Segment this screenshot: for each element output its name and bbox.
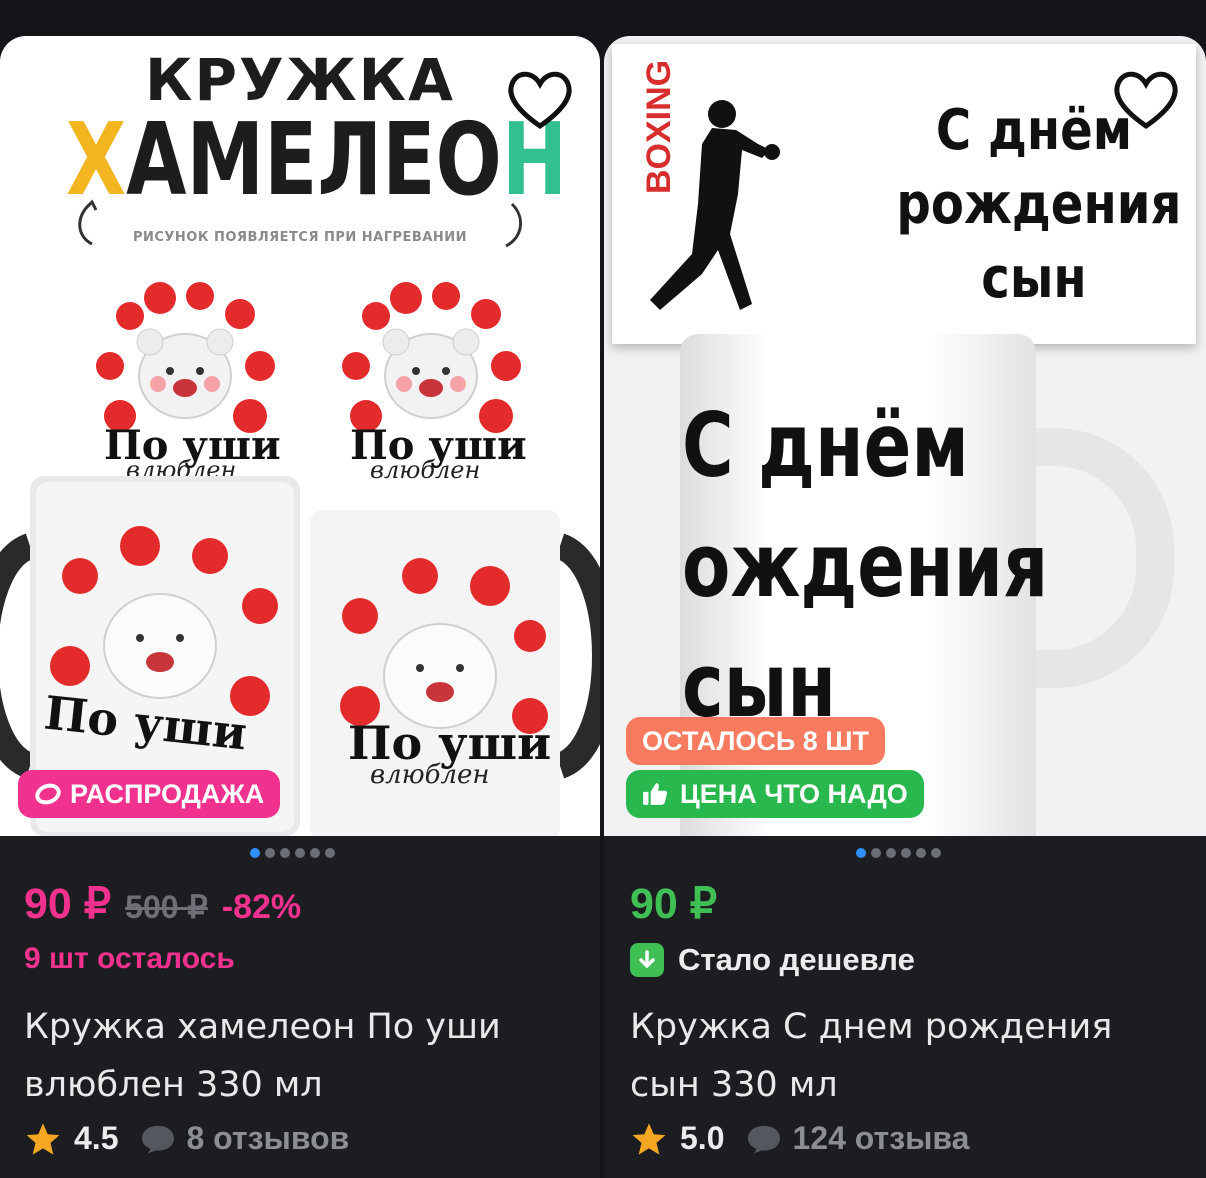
stock-badge: ОСТАЛОСЬ 8 ШТ — [626, 717, 885, 765]
carousel-dot[interactable] — [265, 848, 275, 858]
box-print: BOXING С днём рождения сын — [612, 44, 1196, 344]
carousel-dot[interactable] — [916, 848, 926, 858]
carousel-dot[interactable] — [856, 848, 866, 858]
box-line-3: сын — [981, 246, 1087, 311]
product-title[interactable]: Кружка хамелеон По уши влюблен 330 мл — [24, 998, 584, 1114]
carousel-dot[interactable] — [295, 848, 305, 858]
product-image-2[interactable]: BOXING С днём рождения сын С днём ождени… — [604, 36, 1206, 836]
carousel-dots — [856, 848, 941, 858]
rating-row: 5.0 124 отзыва — [630, 1120, 969, 1157]
sale-badge-label: РАСПРОДАЖА — [70, 778, 265, 809]
product-image-1[interactable]: КРУЖКА ХАМЕЛЕОН РИСУНОК ПОЯВЛЯЕТСЯ ПРИ Н… — [0, 36, 600, 836]
arrows-decoration — [78, 199, 522, 248]
star-icon — [632, 1122, 666, 1155]
product-card-2[interactable]: BOXING С днём рождения сын С днём ождени… — [604, 36, 1206, 1178]
thumbs-up-icon — [643, 783, 668, 805]
price-badge: ЦЕНА ЧТО НАДО — [626, 770, 924, 818]
carousel-dot[interactable] — [886, 848, 896, 858]
carousel-dot[interactable] — [901, 848, 911, 858]
sale-badge: РАСПРОДАЖА — [18, 770, 281, 818]
price-row: 90 ₽ — [630, 879, 717, 929]
carousel-dot[interactable] — [280, 848, 290, 858]
mug-line-2: ождения — [682, 514, 1049, 617]
price-row: 90 ₽ 500 ₽ -82% — [24, 879, 301, 929]
mug-print-script-2: влюблен — [370, 760, 490, 790]
rating-value: 5.0 — [680, 1120, 725, 1156]
price: 90 ₽ — [24, 880, 112, 928]
stock-left: 9 шт осталось — [24, 942, 235, 975]
price-drop-label: Стало дешевле — [678, 942, 915, 977]
star-icon — [26, 1122, 60, 1155]
mug-greeting: С днём ождения сын — [682, 386, 1049, 746]
old-price: 500 ₽ — [125, 889, 208, 925]
heart-icon[interactable] — [1110, 64, 1182, 136]
arrow-down-icon — [630, 943, 664, 977]
reviews-count[interactable]: 8 отзывов — [186, 1120, 349, 1157]
price: 90 ₽ — [630, 880, 718, 928]
carousel-dot[interactable] — [931, 848, 941, 858]
rating-row: 4.5 8 отзывов — [24, 1120, 349, 1157]
rating-value: 4.5 — [74, 1120, 119, 1156]
ring-icon — [35, 783, 61, 805]
boxer-silhouette — [650, 100, 780, 310]
image-heading-chameleon: ХАМЕЛЕОН — [66, 101, 568, 218]
carousel-dots — [250, 848, 335, 858]
carousel-dot[interactable] — [310, 848, 320, 858]
product-title[interactable]: Кружка С днем рождения сын 330 мл — [630, 998, 1190, 1114]
carousel-dot[interactable] — [325, 848, 335, 858]
carousel-dot[interactable] — [250, 848, 260, 858]
comment-icon — [142, 1125, 175, 1154]
comment-icon — [748, 1125, 781, 1154]
carousel-dot[interactable] — [871, 848, 881, 858]
mug-line-1: С днём — [682, 394, 969, 497]
price-badge-label: ЦЕНА ЧТО НАДО — [680, 778, 908, 809]
image-subtitle: РИСУНОК ПОЯВЛЯЕТСЯ ПРИ НАГРЕВАНИИ — [132, 230, 468, 245]
discount: -82% — [221, 888, 302, 926]
product-card-1[interactable]: КРУЖКА ХАМЕЛЕОН РИСУНОК ПОЯВЛЯЕТСЯ ПРИ Н… — [0, 36, 600, 1178]
box-line-2: рождения — [896, 172, 1182, 237]
heart-icon[interactable] — [504, 64, 576, 136]
price-drop-note: Стало дешевле — [630, 942, 915, 978]
reviews-count[interactable]: 124 отзыва — [792, 1120, 969, 1157]
